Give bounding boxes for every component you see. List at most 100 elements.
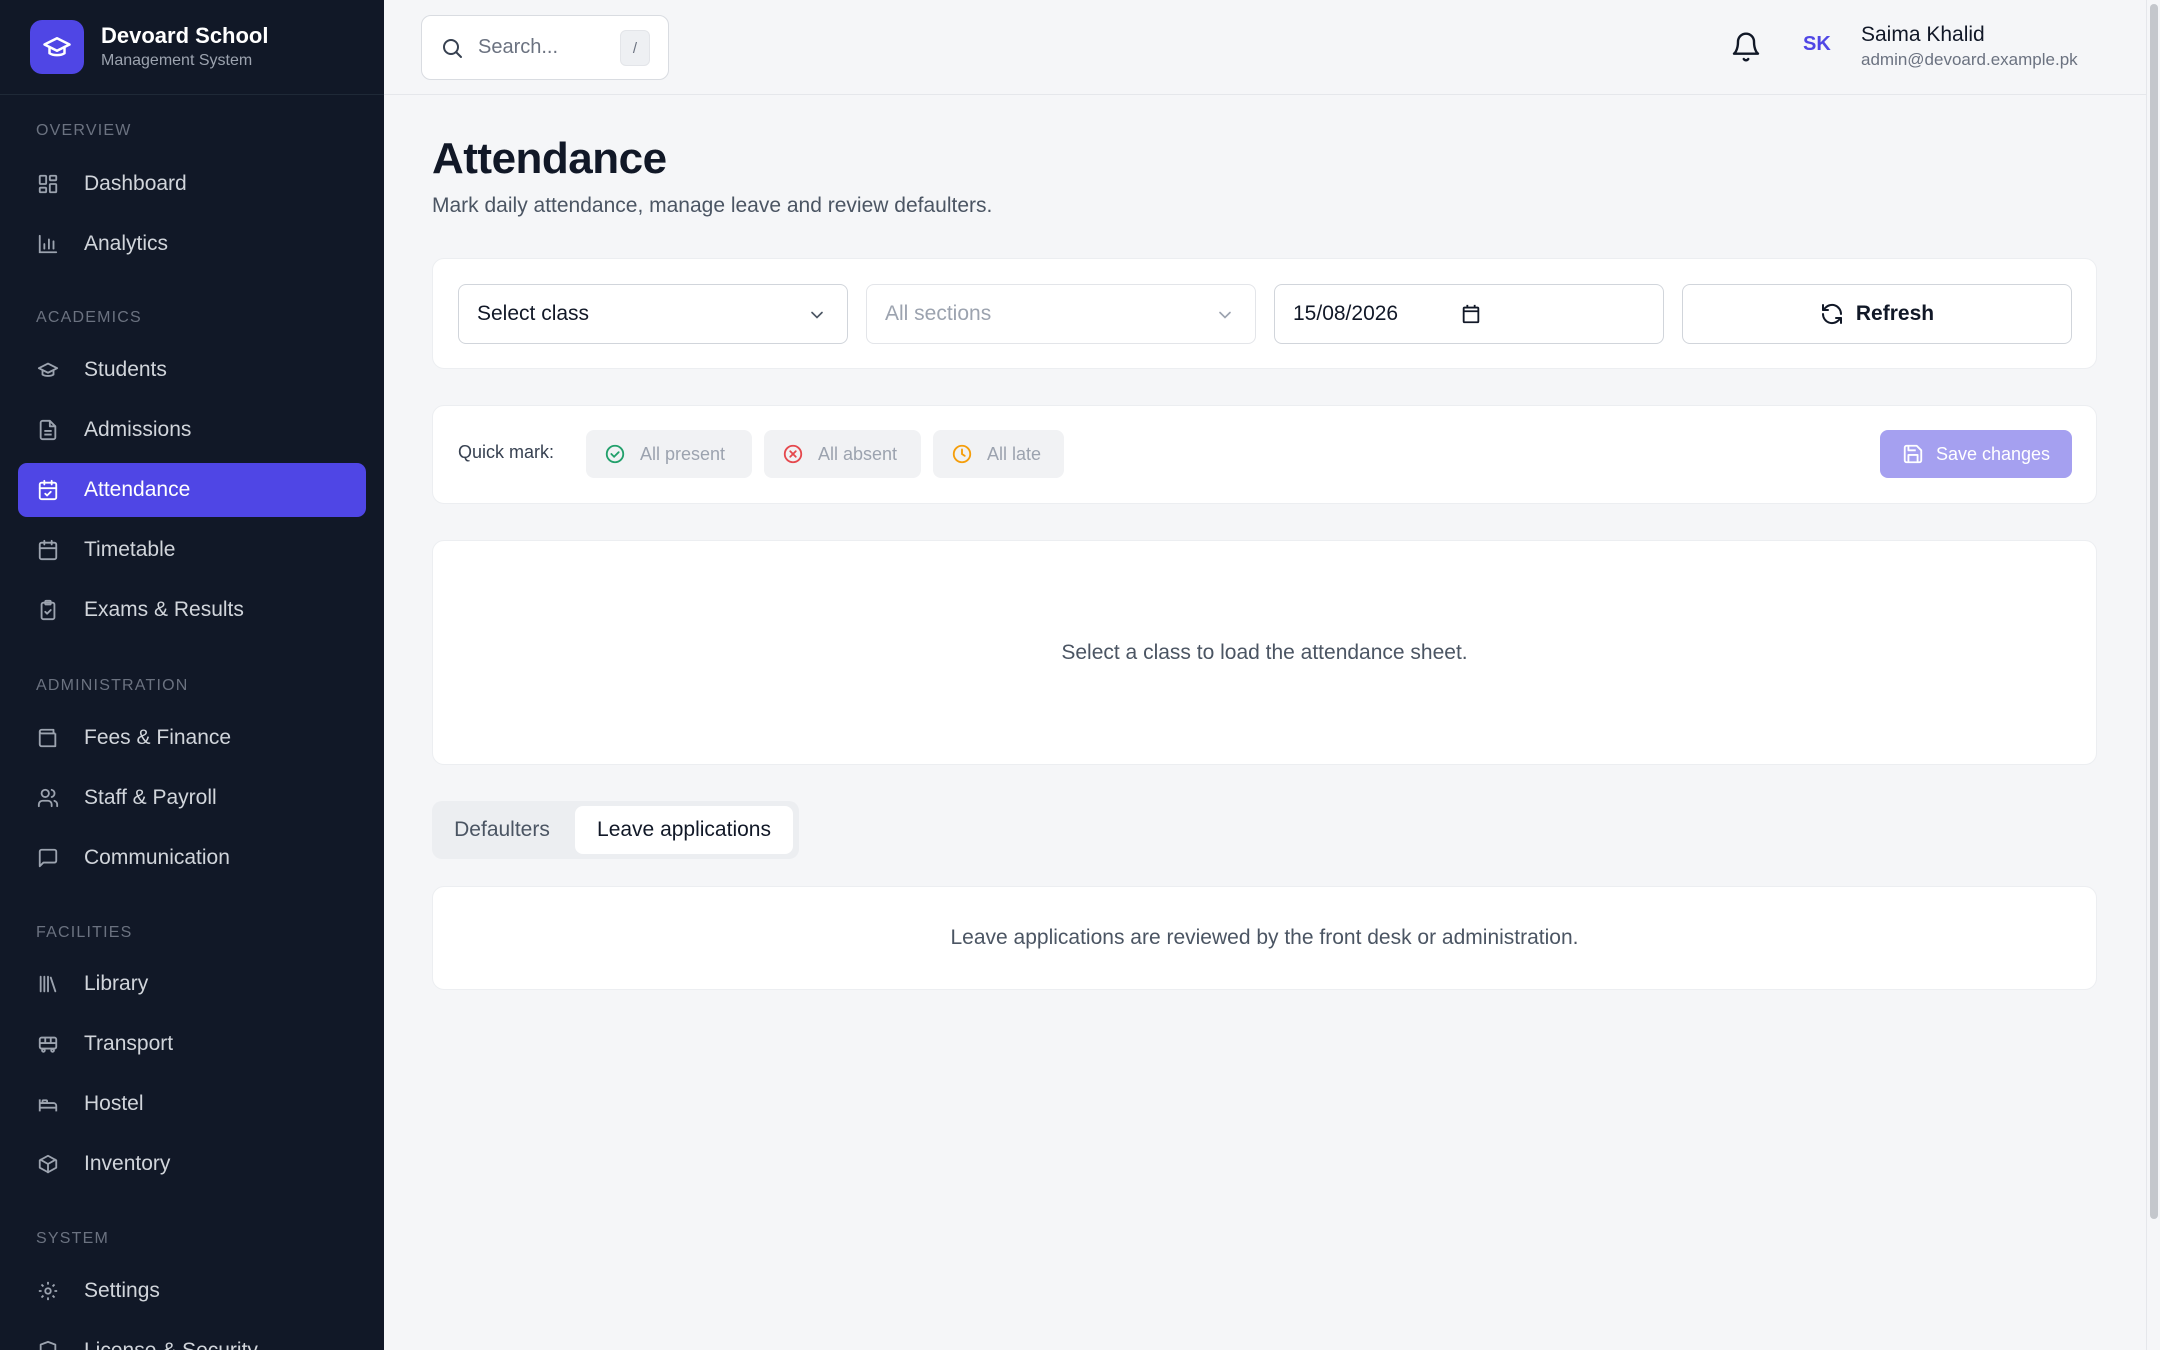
date-input[interactable]: 15/08/2026 bbox=[1274, 284, 1664, 344]
sidebar-item-label: Analytics bbox=[84, 232, 169, 255]
sidebar-item-hostel[interactable]: Hostel bbox=[18, 1077, 366, 1131]
sidebar-item-label: License & Security bbox=[84, 1339, 258, 1350]
check-circle-icon bbox=[605, 444, 625, 464]
avatar[interactable]: SK bbox=[1803, 33, 1831, 56]
search-icon bbox=[440, 36, 464, 60]
nav-section-academics: Academics bbox=[36, 309, 142, 326]
all-late-label: All late bbox=[987, 443, 1042, 464]
sidebar-item-label: Staff & Payroll bbox=[84, 786, 217, 809]
calendar-check-icon bbox=[36, 478, 60, 502]
user-name[interactable]: Saima Khalid bbox=[1861, 23, 1985, 47]
all-present-label: All present bbox=[640, 443, 726, 464]
all-late-button[interactable]: All late bbox=[933, 430, 1064, 478]
attendance-sheet-card: Select a class to load the attendance sh… bbox=[432, 540, 2097, 765]
save-changes-label: Save changes bbox=[1935, 443, 2051, 464]
clock-icon bbox=[952, 444, 972, 464]
scrollbar[interactable] bbox=[2146, 0, 2160, 1350]
x-circle-icon bbox=[783, 444, 803, 464]
tabs: Defaulters Leave applications bbox=[432, 801, 799, 859]
refresh-icon bbox=[1821, 303, 1842, 325]
refresh-label: Refresh bbox=[1855, 302, 1935, 325]
notification-bell-icon[interactable] bbox=[1730, 31, 1762, 63]
search-placeholder: Search... bbox=[478, 36, 559, 58]
graduation-cap-icon bbox=[30, 20, 84, 74]
bed-icon bbox=[36, 1092, 60, 1116]
sidebar-item-label: Settings bbox=[84, 1279, 160, 1302]
all-absent-label: All absent bbox=[818, 443, 898, 464]
sidebar-item-admissions[interactable]: Admissions bbox=[18, 403, 366, 457]
attendance-empty-message: Select a class to load the attendance sh… bbox=[1061, 641, 1468, 664]
tab-leave-applications[interactable]: Leave applications bbox=[575, 806, 793, 854]
brand-subtitle: Management System bbox=[101, 52, 253, 69]
wallet-icon bbox=[36, 726, 60, 750]
sidebar-item-label: Hostel bbox=[84, 1092, 144, 1115]
sidebar-item-transport[interactable]: Transport bbox=[18, 1017, 366, 1071]
nav-section-overview: Overview bbox=[36, 122, 132, 139]
calendar-icon bbox=[36, 538, 60, 562]
quick-mark-label: Quick mark: bbox=[458, 442, 555, 462]
sidebar-item-library[interactable]: Library bbox=[18, 957, 366, 1011]
bar-chart-icon bbox=[36, 232, 60, 256]
sidebar-item-label: Admissions bbox=[84, 418, 192, 441]
save-changes-button[interactable]: Save changes bbox=[1880, 430, 2072, 478]
sidebar-item-fees-finance[interactable]: Fees & Finance bbox=[18, 711, 366, 765]
sidebar-item-exams-results[interactable]: Exams & Results bbox=[18, 583, 366, 637]
calendar-icon[interactable] bbox=[1460, 303, 1482, 325]
page-subtitle: Mark daily attendance, manage leave and … bbox=[432, 194, 993, 217]
leave-applications-message: Leave applications are reviewed by the f… bbox=[950, 926, 1579, 949]
nav-section-facilities: Facilities bbox=[36, 924, 133, 941]
search-input[interactable]: Search... / bbox=[421, 15, 669, 80]
sidebar-item-label: Students bbox=[84, 358, 167, 381]
clipboard-check-icon bbox=[36, 598, 60, 622]
document-icon bbox=[36, 418, 60, 442]
sidebar-item-label: Fees & Finance bbox=[84, 726, 232, 749]
sidebar-item-inventory[interactable]: Inventory bbox=[18, 1137, 366, 1191]
all-present-button[interactable]: All present bbox=[586, 430, 752, 478]
class-select-value: Select class bbox=[477, 302, 590, 325]
dashboard-icon bbox=[36, 172, 60, 196]
chevron-down-icon bbox=[807, 305, 827, 325]
graduation-cap-icon bbox=[36, 358, 60, 382]
sidebar-item-students[interactable]: Students bbox=[18, 343, 366, 397]
user-email: admin@devoard.example.pk bbox=[1861, 50, 2078, 69]
refresh-button[interactable]: Refresh bbox=[1682, 284, 2072, 344]
nav-section-system: System bbox=[36, 1230, 109, 1247]
section-select-value: All sections bbox=[885, 302, 992, 325]
scrollbar-thumb[interactable] bbox=[2150, 4, 2158, 1219]
page-title: Attendance bbox=[432, 134, 667, 183]
filters-card: Select class All sections 15/08/2026 Ref… bbox=[432, 258, 2097, 369]
bus-icon bbox=[36, 1032, 60, 1056]
shield-icon bbox=[36, 1339, 60, 1350]
message-icon bbox=[36, 846, 60, 870]
sidebar-item-label: Transport bbox=[84, 1032, 174, 1055]
search-shortcut-key: / bbox=[620, 30, 650, 66]
gear-icon bbox=[36, 1279, 60, 1303]
section-select[interactable]: All sections bbox=[866, 284, 1256, 344]
sidebar-item-timetable[interactable]: Timetable bbox=[18, 523, 366, 577]
package-icon bbox=[36, 1152, 60, 1176]
sidebar-item-analytics[interactable]: Analytics bbox=[18, 217, 366, 271]
users-icon bbox=[36, 786, 60, 810]
class-select[interactable]: Select class bbox=[458, 284, 848, 344]
all-absent-button[interactable]: All absent bbox=[764, 430, 921, 478]
sidebar-item-label: Communication bbox=[84, 846, 230, 869]
sidebar-item-staff-payroll[interactable]: Staff & Payroll bbox=[18, 771, 366, 825]
sidebar-item-label: Inventory bbox=[84, 1152, 171, 1175]
leave-applications-panel: Leave applications are reviewed by the f… bbox=[432, 886, 2097, 990]
topbar: Search... / SK Saima Khalid admin@devoar… bbox=[384, 0, 2146, 95]
chevron-down-icon bbox=[1215, 305, 1235, 325]
brand[interactable]: Devoard School Management System bbox=[0, 0, 384, 95]
sidebar-item-label: Timetable bbox=[84, 538, 176, 561]
quick-mark-card: Quick mark: All present All absent All l… bbox=[432, 405, 2097, 504]
sidebar-item-label: Attendance bbox=[84, 478, 191, 501]
sidebar-item-license-security[interactable]: License & Security bbox=[18, 1324, 366, 1350]
sidebar-item-attendance[interactable]: Attendance bbox=[18, 463, 366, 517]
sidebar-item-communication[interactable]: Communication bbox=[18, 831, 366, 885]
sidebar-item-settings[interactable]: Settings bbox=[18, 1264, 366, 1318]
nav-section-administration: Administration bbox=[36, 677, 189, 694]
sidebar-item-label: Dashboard bbox=[84, 172, 187, 195]
sidebar-item-dashboard[interactable]: Dashboard bbox=[18, 157, 366, 211]
date-input-value: 15/08/2026 bbox=[1293, 302, 1399, 325]
sidebar: Devoard School Management System Overvie… bbox=[0, 0, 384, 1350]
tab-defaulters[interactable]: Defaulters bbox=[440, 806, 564, 854]
